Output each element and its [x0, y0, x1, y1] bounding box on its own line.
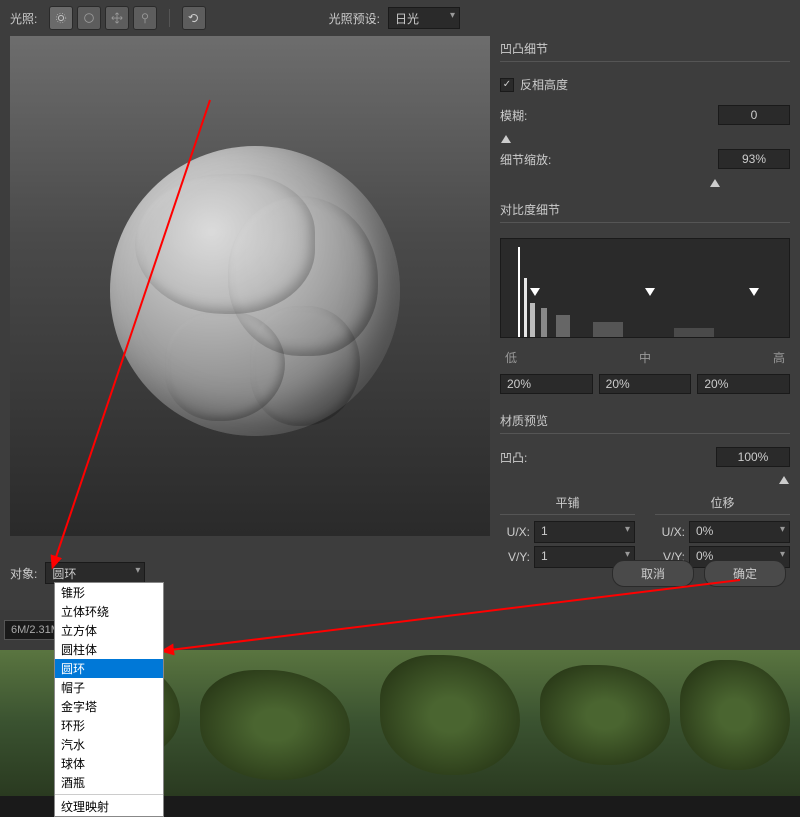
light-tool-4[interactable]: [133, 6, 157, 30]
tile-ux-select[interactable]: 1: [534, 521, 635, 543]
separator: [169, 9, 170, 27]
object-select[interactable]: 圆环: [45, 562, 145, 584]
dropdown-separator: [55, 794, 163, 795]
blur-label: 模糊:: [500, 107, 560, 124]
ok-button[interactable]: 确定: [704, 560, 786, 587]
invert-height-checkbox[interactable]: ✓: [500, 78, 514, 92]
dropdown-item-cube[interactable]: 立方体: [55, 621, 163, 640]
histo-mid-label: 中: [639, 349, 651, 366]
settings-panel: 凹凸细节 ✓ 反相高度 模糊: 0 细节缩放: 93% 对比度细节: [500, 36, 790, 571]
cancel-button[interactable]: 取消: [612, 560, 694, 587]
offset-header: 位移: [655, 494, 790, 515]
preset-label: 光照预设:: [329, 10, 380, 27]
dropdown-item-torus[interactable]: 圆环: [55, 659, 163, 678]
histo-high-label: 高: [773, 349, 785, 366]
histogram-labels: 低 中 高: [500, 347, 790, 368]
dialog-buttons: 取消 确定: [612, 560, 786, 587]
light-tool-1[interactable]: [49, 6, 73, 30]
contrast-high-input[interactable]: 20%: [697, 374, 790, 394]
material-section-title: 材质预览: [500, 408, 790, 434]
contrast-low-input[interactable]: 20%: [500, 374, 593, 394]
histogram[interactable]: [500, 238, 790, 338]
material-bump-label: 凹凸:: [500, 447, 550, 467]
histo-low-label: 低: [505, 349, 517, 366]
dropdown-item-hat[interactable]: 帽子: [55, 678, 163, 697]
dropdown-item-sphere[interactable]: 球体: [55, 754, 163, 773]
dialog-panel: 光照: 光照预设: 日光 凹凸细节 ✓ 反相高度: [0, 0, 800, 610]
dropdown-item-pyramid[interactable]: 金字塔: [55, 697, 163, 716]
dropdown-item-cone[interactable]: 锥形: [55, 583, 163, 602]
bump-section-title: 凹凸细节: [500, 36, 790, 62]
lighting-tools: [49, 6, 157, 30]
dropdown-item-texture-mapping[interactable]: 纹理映射: [55, 797, 163, 816]
material-bump-input[interactable]: 100%: [716, 447, 790, 467]
undo-icon[interactable]: [182, 6, 206, 30]
object-dropdown[interactable]: 锥形 立体环绕 立方体 圆柱体 圆环 帽子 金字塔 环形 汽水 球体 酒瓶 纹理…: [54, 582, 164, 817]
preset-select[interactable]: 日光: [388, 7, 460, 29]
contrast-section-title: 对比度细节: [500, 197, 790, 223]
top-toolbar: 光照: 光照预设: 日光: [0, 0, 800, 36]
dropdown-item-ring[interactable]: 环形: [55, 716, 163, 735]
tile-header: 平铺: [500, 494, 635, 515]
light-tool-2[interactable]: [77, 6, 101, 30]
preset-controls: 光照预设: 日光: [329, 7, 460, 29]
dropdown-item-torus3d[interactable]: 立体环绕: [55, 602, 163, 621]
detail-scale-value[interactable]: 93%: [718, 149, 790, 169]
invert-height-row: ✓ 反相高度: [500, 76, 790, 93]
preview-viewport[interactable]: [10, 36, 490, 536]
move-tool-icon[interactable]: [105, 6, 129, 30]
tile-vy-label: V/Y:: [500, 550, 530, 564]
dropdown-item-cylinder[interactable]: 圆柱体: [55, 640, 163, 659]
blur-value[interactable]: 0: [718, 105, 790, 125]
preview-sphere: [110, 146, 400, 436]
sphere-lobe: [250, 306, 360, 426]
lighting-label: 光照:: [10, 10, 37, 27]
tile-ux-label: U/X:: [500, 525, 530, 539]
offset-ux-select[interactable]: 0%: [689, 521, 790, 543]
dropdown-item-soda[interactable]: 汽水: [55, 735, 163, 754]
dropdown-item-bottle[interactable]: 酒瓶: [55, 773, 163, 792]
object-row: 对象: 圆环: [10, 562, 145, 584]
detail-scale-label: 细节缩放:: [500, 151, 560, 168]
main-area: 凹凸细节 ✓ 反相高度 模糊: 0 细节缩放: 93% 对比度细节: [0, 36, 800, 571]
offset-ux-label: U/X:: [655, 525, 685, 539]
object-label: 对象:: [10, 565, 37, 582]
invert-height-label: 反相高度: [520, 76, 568, 93]
contrast-mid-input[interactable]: 20%: [599, 374, 692, 394]
